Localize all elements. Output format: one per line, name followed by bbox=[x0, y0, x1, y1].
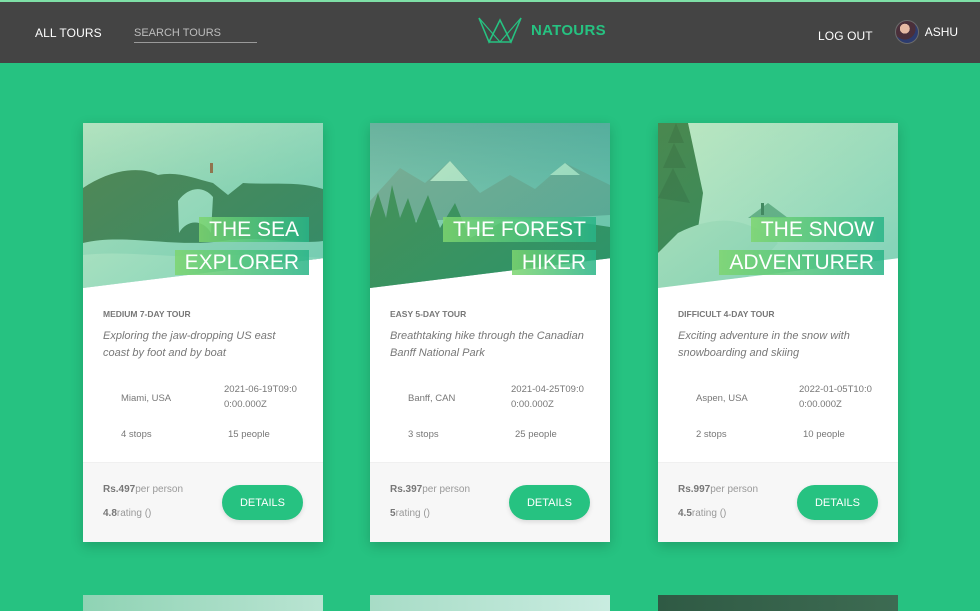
tour-title-line: ADVENTURER bbox=[719, 250, 884, 275]
user-account-link[interactable]: Ashu bbox=[894, 20, 959, 44]
nav-right: Log out Ashu bbox=[818, 20, 958, 44]
tour-card-peek bbox=[83, 595, 323, 611]
tour-rating-line: 4.8rating () bbox=[103, 508, 151, 519]
tour-price: Rs.997 bbox=[678, 484, 711, 495]
tour-subheading: medium 7-day tour bbox=[103, 309, 191, 319]
user-name: Ashu bbox=[924, 25, 959, 39]
details-button[interactable]: Details bbox=[797, 485, 878, 520]
tour-price: Rs.397 bbox=[390, 484, 423, 495]
price-suffix: per person bbox=[422, 484, 471, 495]
details-button[interactable]: Details bbox=[509, 485, 590, 520]
search-form bbox=[134, 23, 257, 43]
tour-title: THE SNOW ADVENTURER bbox=[719, 213, 884, 279]
nav-left: All tours bbox=[35, 24, 257, 43]
tour-title-line: THE SEA bbox=[199, 217, 309, 242]
tour-title: THE FOREST HIKER bbox=[442, 213, 596, 279]
card-footer: Rs.497per person 4.8rating () Details bbox=[83, 462, 323, 542]
tour-date: 2022-01-05T10:00:00.000Z bbox=[799, 384, 872, 410]
search-input[interactable] bbox=[134, 24, 257, 43]
tour-summary: Breathtaking hike through the Canadian B… bbox=[390, 330, 584, 359]
tour-people: 25 people bbox=[515, 429, 557, 440]
tour-card: THE FOREST HIKER easy 5-day tour Breatht… bbox=[370, 123, 610, 542]
rating-suffix: rating () bbox=[116, 508, 152, 519]
price-suffix: per person bbox=[710, 484, 759, 495]
top-nav: All tours natours Log out Ashu bbox=[0, 0, 980, 63]
tour-date: 2021-06-19T09:00:00.000Z bbox=[224, 384, 297, 410]
tour-stops: 3 stops bbox=[408, 429, 439, 440]
card-footer: Rs.997per person 4.5rating () Details bbox=[658, 462, 898, 542]
tour-location: Banff, CAN bbox=[408, 393, 456, 404]
tour-card-peek bbox=[370, 595, 610, 611]
tour-stops: 2 stops bbox=[696, 429, 727, 440]
tour-price: Rs.497 bbox=[103, 484, 136, 495]
logo[interactable]: natours bbox=[477, 16, 606, 44]
tour-date: 2021-04-25T09:00:00.000Z bbox=[511, 384, 584, 410]
all-tours-link[interactable]: All tours bbox=[35, 26, 102, 40]
tour-location: Miami, USA bbox=[121, 393, 172, 404]
tour-card: THE SEA EXPLORER medium 7-day tour Explo… bbox=[83, 123, 323, 542]
avatar bbox=[894, 20, 919, 44]
tour-card-peek bbox=[658, 595, 898, 611]
rating-suffix: rating () bbox=[691, 508, 727, 519]
tour-stops: 4 stops bbox=[121, 429, 152, 440]
tour-title-line: THE FOREST bbox=[442, 217, 596, 242]
tour-subheading: easy 5-day tour bbox=[390, 309, 467, 319]
tour-location: Aspen, USA bbox=[696, 393, 748, 404]
tour-price-line: Rs.997per person bbox=[678, 484, 758, 495]
tour-people: 10 people bbox=[803, 429, 845, 440]
tour-title-line: HIKER bbox=[511, 250, 596, 275]
details-button[interactable]: Details bbox=[222, 485, 303, 520]
tour-subheading: difficult 4-day tour bbox=[678, 309, 775, 319]
tour-summary: Exciting adventure in the snow with snow… bbox=[678, 330, 850, 359]
card-footer: Rs.397per person 5rating () Details bbox=[370, 462, 610, 542]
tour-rating-line: 4.5rating () bbox=[678, 508, 726, 519]
tour-card: THE SNOW ADVENTURER difficult 4-day tour… bbox=[658, 123, 898, 542]
tour-price-line: Rs.497per person bbox=[103, 484, 183, 495]
tour-price-line: Rs.397per person bbox=[390, 484, 470, 495]
tour-rating-line: 5rating () bbox=[390, 508, 430, 519]
tour-people: 15 people bbox=[228, 429, 270, 440]
tour-summary: Exploring the jaw-dropping US east coast… bbox=[103, 330, 276, 359]
tour-title-line: EXPLORER bbox=[174, 250, 309, 275]
tour-rating: 4.8 bbox=[103, 508, 117, 519]
tour-title: THE SEA EXPLORER bbox=[174, 213, 309, 279]
logo-text: natours bbox=[531, 21, 606, 39]
crown-logo-icon bbox=[478, 17, 522, 44]
tour-title-line: THE SNOW bbox=[750, 217, 884, 242]
price-suffix: per person bbox=[135, 484, 184, 495]
logout-link[interactable]: Log out bbox=[818, 29, 873, 43]
rating-suffix: rating () bbox=[395, 508, 431, 519]
tour-rating: 4.5 bbox=[678, 508, 692, 519]
